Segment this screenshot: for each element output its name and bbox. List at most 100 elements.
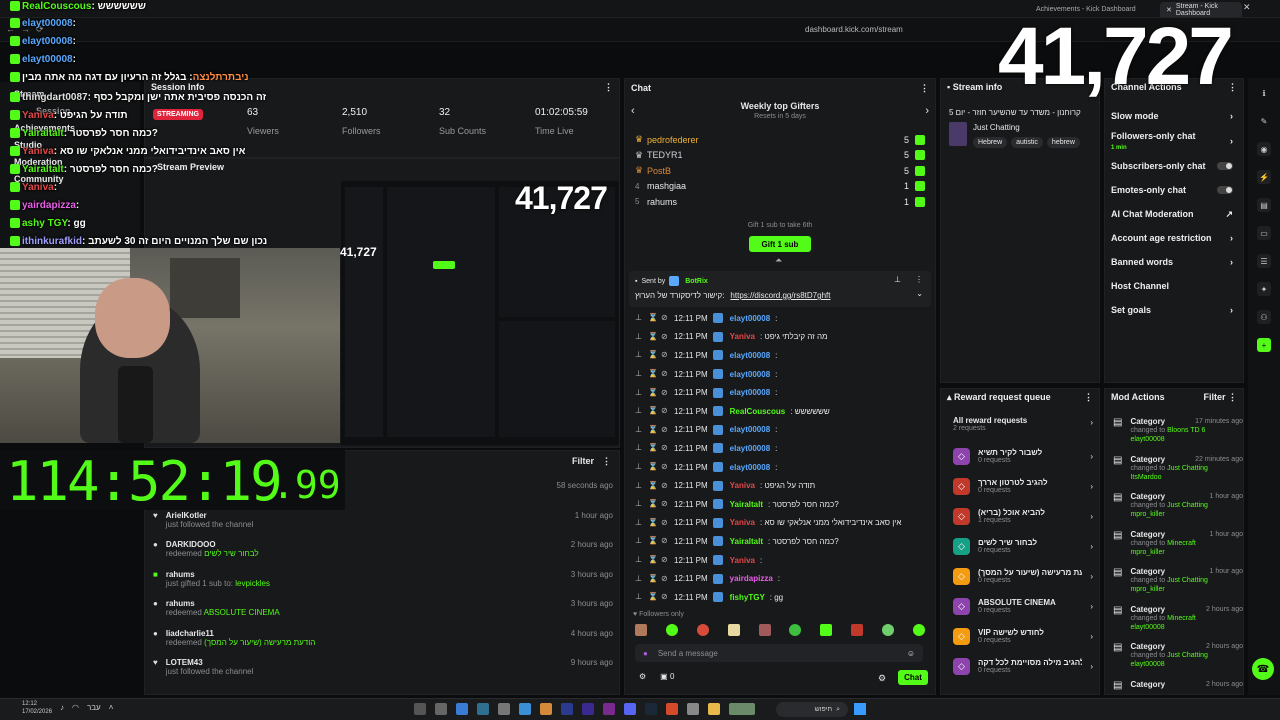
message-user[interactable]: elayt00008 — [730, 370, 770, 379]
app-icon[interactable] — [603, 703, 615, 715]
all-rewards-row[interactable]: All reward requests 2 requests › — [953, 416, 1093, 432]
chevron-up-icon[interactable]: ˄ — [109, 703, 114, 712]
pinned-user[interactable]: BotRix — [685, 278, 708, 285]
mod-action-by[interactable]: mpro_killer — [1130, 510, 1243, 519]
pin-icon[interactable]: ⊥ — [635, 463, 643, 471]
app-icon[interactable] — [729, 703, 755, 715]
send-chat-button[interactable]: Chat — [898, 670, 928, 685]
app-icon[interactable] — [561, 703, 573, 715]
app-icon[interactable] — [582, 703, 594, 715]
app-icon[interactable] — [540, 703, 552, 715]
reward-item[interactable]: ◇ להגיב מילה מסויימת לכל דקה 0 requests › — [953, 651, 1093, 681]
reward-item[interactable]: ◇ לשבור לקיר תשיא 0 requests › — [953, 441, 1093, 471]
app-icon[interactable] — [498, 703, 510, 715]
feed-reward[interactable]: levpickles — [235, 579, 270, 588]
gifter-row[interactable]: 5 rahums 1 — [635, 194, 927, 210]
message-input[interactable]: ● Send a message ☺ — [635, 644, 923, 662]
timeout-icon[interactable]: ⌛ — [648, 370, 658, 378]
speaker-icon[interactable]: ♪ — [60, 703, 64, 712]
ban-icon[interactable]: ⊘ — [661, 407, 669, 415]
pin-icon[interactable]: ⊥ — [635, 556, 643, 564]
banned-words[interactable]: Banned words › — [1111, 250, 1243, 274]
message-user[interactable]: Yaniva — [730, 556, 755, 565]
emote-picker-icon[interactable]: ☺ — [907, 649, 915, 658]
mod-action-value[interactable]: Minecraft — [1167, 615, 1196, 622]
message-user[interactable]: Yaniva — [730, 518, 755, 527]
pinned-link[interactable]: https://discord.gg/rs8tD7ghft — [730, 291, 830, 300]
bolt-icon[interactable]: ⚡ — [1257, 170, 1271, 184]
gift-sub-button[interactable]: Gift 1 sub — [749, 236, 811, 252]
timeout-icon[interactable]: ⌛ — [648, 481, 658, 490]
folder-icon[interactable] — [708, 703, 720, 715]
message-user[interactable]: yairdapizza — [730, 574, 773, 583]
pin-icon[interactable]: ⊥ — [635, 518, 643, 527]
message-user[interactable]: elayt00008 — [730, 388, 770, 397]
message-user[interactable]: elayt00008 — [730, 314, 770, 323]
reward-item[interactable]: ◇ הודעת מרעישה (שיעור על המסך)0 requests › — [953, 561, 1093, 591]
windows-start-icon[interactable] — [854, 703, 866, 715]
mod-action-value[interactable]: Minecraft — [1167, 540, 1196, 547]
gear-icon[interactable]: ⚙ — [878, 673, 886, 684]
url-text[interactable]: dashboard.kick.com/stream — [805, 25, 903, 34]
emotes-only-chat[interactable]: Emotes-only chat — [1111, 178, 1243, 202]
reward-item[interactable]: ◇ להביא אוכל (בריא) 1 requests › — [953, 501, 1093, 531]
message-user[interactable]: Yairaltalt — [730, 500, 763, 509]
followers-only-chat[interactable]: Followers-only chat 1 min › — [1111, 128, 1243, 154]
mod-action-by[interactable]: ItsMardoo — [1130, 473, 1243, 482]
pin-icon[interactable]: ⊥ — [635, 574, 643, 583]
feed-filter[interactable]: Filter ⋮ — [572, 456, 611, 467]
collapse-icon[interactable]: ⏶ — [775, 255, 782, 266]
emote-icon[interactable] — [882, 624, 894, 636]
feed-user[interactable]: rahums — [166, 599, 280, 608]
document-icon[interactable]: ▤ — [1257, 198, 1271, 212]
close-icon[interactable]: ✕ — [1243, 2, 1251, 13]
pin-icon[interactable]: ⊥ — [635, 425, 643, 434]
emote-icon[interactable] — [635, 624, 647, 636]
feed-user[interactable]: rahums — [166, 570, 270, 579]
list-icon[interactable]: ☰ — [1257, 254, 1271, 268]
steam-icon[interactable] — [645, 703, 657, 715]
ban-icon[interactable]: ⊘ — [661, 500, 669, 508]
timeout-icon[interactable]: ⌛ — [648, 388, 658, 397]
timeout-icon[interactable]: ⌛ — [648, 500, 658, 508]
chat-bubble-icon[interactable]: ▭ — [1257, 226, 1271, 240]
emote-icon[interactable] — [789, 624, 802, 636]
pin-icon[interactable]: ⊥ — [635, 314, 643, 322]
ban-icon[interactable]: ⊘ — [661, 481, 669, 490]
emote-icon[interactable] — [820, 624, 833, 636]
more-icon[interactable]: ⋮ — [602, 456, 611, 467]
ai-chat-moderation[interactable]: AI Chat Moderation ↗ — [1111, 202, 1243, 226]
timeout-icon[interactable]: ⌛ — [648, 407, 658, 415]
timeout-icon[interactable]: ⌛ — [648, 332, 658, 341]
taskbar-clock[interactable]: 12:12 17/02/2026 — [22, 700, 52, 716]
message-user[interactable]: fishyTGY — [730, 593, 765, 602]
mod-action-by[interactable]: elayt00008 — [1130, 623, 1243, 632]
ban-icon[interactable]: ⊘ — [661, 388, 669, 397]
mic-icon[interactable]: ● — [643, 649, 648, 658]
emote-icon[interactable] — [665, 624, 678, 636]
mod-action-by[interactable]: mpro_killer — [1130, 585, 1243, 594]
app-icon[interactable] — [456, 703, 468, 715]
settings-icon[interactable]: ⚙ — [639, 672, 646, 681]
host-channel[interactable]: Host Channel — [1111, 274, 1243, 298]
reward-item[interactable]: ◇ להגיב לטרטון אררך 0 requests › — [953, 471, 1093, 501]
taskbar-search[interactable]: חיפוש ⌕ — [776, 702, 848, 717]
emote-icon[interactable] — [696, 624, 709, 636]
chevron-right-icon[interactable]: › — [925, 105, 929, 117]
emote-icon[interactable] — [912, 624, 925, 636]
message-user[interactable]: elayt00008 — [730, 351, 770, 360]
discord-icon[interactable] — [624, 703, 636, 715]
ban-icon[interactable]: ⊘ — [661, 574, 669, 583]
more-icon[interactable]: ⋮ — [1228, 392, 1237, 402]
pin-icon[interactable]: ⊥ — [635, 351, 643, 359]
ban-icon[interactable]: ⊘ — [661, 314, 669, 322]
pin-icon[interactable]: ⊥ — [635, 481, 643, 490]
ban-icon[interactable]: ⊘ — [661, 425, 669, 434]
ban-icon[interactable]: ⊘ — [661, 444, 669, 452]
filter-label[interactable]: Filter — [1203, 392, 1225, 402]
pin-icon[interactable]: ⊥ — [635, 444, 643, 452]
gifter-row[interactable]: ♛ PostB 5 — [635, 163, 927, 179]
gifter-row[interactable]: 4 mashgiaa 1 — [635, 179, 927, 195]
app-icon[interactable] — [687, 703, 699, 715]
gifter-row[interactable]: ♛ TEDYR1 5 — [635, 148, 927, 164]
